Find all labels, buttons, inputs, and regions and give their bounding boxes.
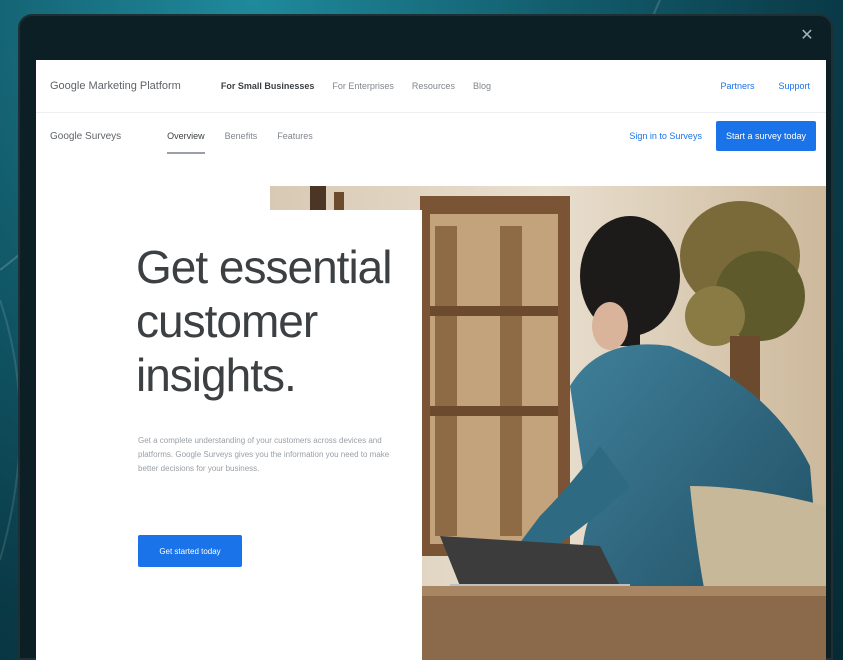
brand-logo[interactable]: Google Marketing Platform [50, 80, 181, 92]
hero-card: Get essential customer insights. Get a c… [116, 210, 422, 660]
get-started-button[interactable]: Get started today [138, 535, 242, 567]
product-navigation: Google Surveys Overview Benefits Feature… [36, 112, 826, 160]
nav-link-support[interactable]: Support [778, 81, 810, 91]
nav-link-partners[interactable]: Partners [720, 81, 754, 91]
tab-overview[interactable]: Overview [167, 112, 205, 160]
browser-viewport: Google Marketing Platform For Small Busi… [36, 60, 826, 660]
start-survey-button[interactable]: Start a survey today [715, 121, 816, 151]
nav-link-blog[interactable]: Blog [473, 81, 491, 91]
top-nav-links: For Small Businesses For Enterprises Res… [221, 81, 491, 91]
hero-title: Get essential customer insights. [136, 241, 392, 401]
top-nav-right: Partners Support [720, 81, 810, 91]
close-icon[interactable]: ✕ [799, 28, 815, 44]
hero-description: Get a complete understanding of your cus… [138, 436, 390, 473]
tab-benefits[interactable]: Benefits [225, 112, 258, 160]
sign-in-link[interactable]: Sign in to Surveys [629, 131, 702, 141]
nav-link-small-businesses[interactable]: For Small Businesses [221, 81, 315, 91]
nav-link-resources[interactable]: Resources [412, 81, 455, 91]
product-tabs: Overview Benefits Features [167, 112, 313, 160]
nav-link-enterprises[interactable]: For Enterprises [332, 81, 394, 91]
top-navigation: Google Marketing Platform For Small Busi… [36, 60, 826, 113]
product-name[interactable]: Google Surveys [50, 131, 121, 142]
tab-features[interactable]: Features [277, 112, 313, 160]
